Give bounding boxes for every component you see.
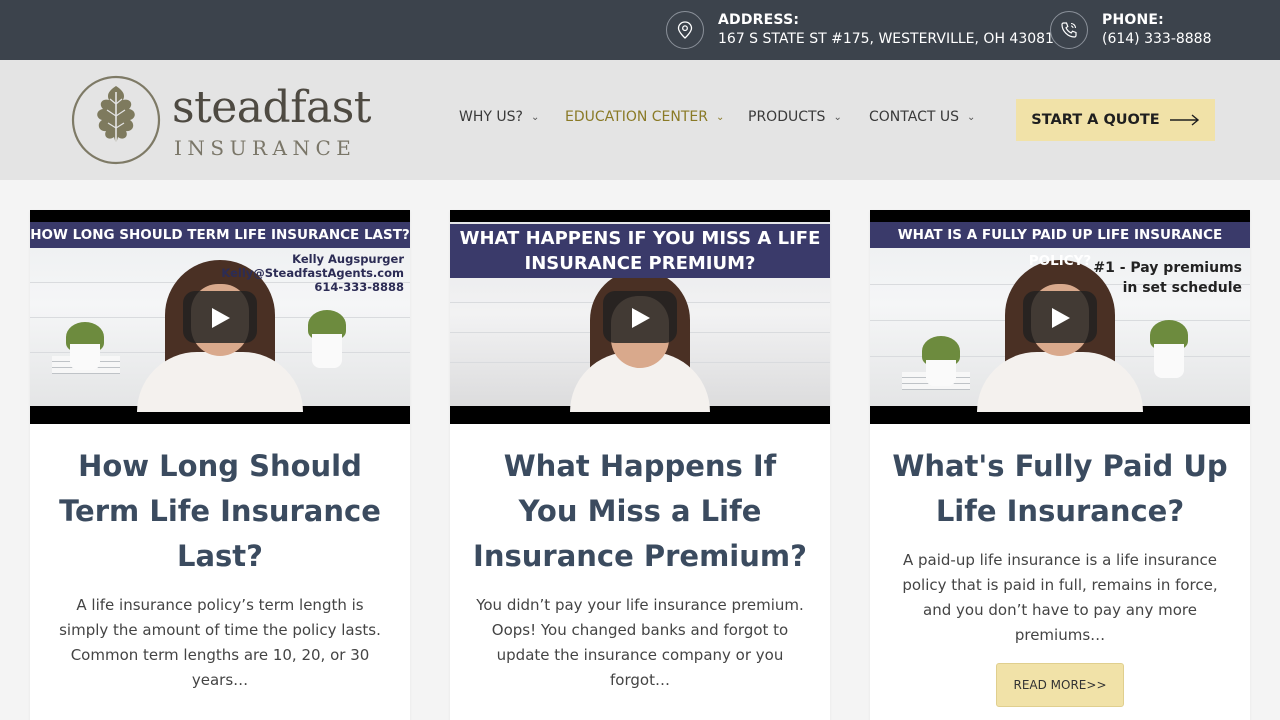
nav-education-center[interactable]: EDUCATION CENTER ⌄: [565, 109, 724, 125]
chevron-down-icon: ⌄: [966, 111, 976, 123]
video-thumbnail[interactable]: HOW LONG SHOULD TERM LIFE INSURANCE LAST…: [30, 210, 410, 424]
nav-why-us[interactable]: WHY US? ⌄: [459, 109, 539, 125]
logo-wordmark: steadfast: [172, 82, 371, 133]
video-banner: WHAT IS A FULLY PAID UP LIFE INSURANCE P…: [870, 222, 1250, 269]
article-excerpt: A life insurance policy’s term length is…: [59, 596, 381, 689]
video-banner: HOW LONG SHOULD TERM LIFE INSURANCE LAST…: [30, 222, 410, 248]
address-info: ADDRESS: 167 S STATE ST #175, WESTERVILL…: [666, 11, 1054, 49]
phone-icon: [1050, 11, 1088, 49]
video-banner: WHAT HAPPENS IF YOU MISS A LIFE INSURANC…: [450, 224, 830, 278]
article-card: WHAT HAPPENS IF YOU MISS A LIFE INSURANC…: [450, 210, 830, 720]
chevron-down-icon: ⌄: [715, 111, 725, 123]
site-logo[interactable]: steadfast INSURANCE: [70, 74, 371, 166]
logo-subtitle: INSURANCE: [174, 136, 357, 160]
play-icon: [1052, 308, 1070, 328]
article-excerpt: A paid-up life insurance is a life insur…: [902, 551, 1218, 644]
nav-products[interactable]: PRODUCTS ⌄: [748, 109, 842, 125]
play-icon: [212, 308, 230, 328]
video-thumbnail[interactable]: WHAT HAPPENS IF YOU MISS A LIFE INSURANC…: [450, 210, 830, 424]
article-card: WHAT IS A FULLY PAID UP LIFE INSURANCE P…: [870, 210, 1250, 720]
oak-leaf-logo-icon: [71, 75, 161, 165]
phone-label: PHONE:: [1102, 12, 1164, 28]
address-value[interactable]: 167 S STATE ST #175, WESTERVILLE, OH 430…: [718, 30, 1054, 49]
article-title[interactable]: What's Fully Paid Up Life Insurance?: [890, 444, 1230, 534]
play-button[interactable]: [1023, 291, 1097, 343]
video-thumbnail[interactable]: WHAT IS A FULLY PAID UP LIFE INSURANCE P…: [870, 210, 1250, 424]
article-excerpt: You didn’t pay your life insurance premi…: [476, 596, 804, 689]
read-more-button[interactable]: READ MORE>>: [996, 663, 1124, 707]
phone-value[interactable]: (614) 333-8888: [1102, 30, 1212, 49]
play-icon: [632, 308, 650, 328]
top-info-bar: ADDRESS: 167 S STATE ST #175, WESTERVILL…: [0, 0, 1280, 60]
video-overlay-text: Kelly Augspurger Kelly@SteadfastAgents.c…: [221, 252, 404, 294]
nav-label: EDUCATION CENTER: [565, 109, 708, 125]
nav-contact-us[interactable]: CONTACT US ⌄: [869, 109, 975, 125]
chevron-down-icon: ⌄: [530, 111, 540, 123]
chevron-down-icon: ⌄: [833, 111, 842, 123]
address-label: ADDRESS:: [718, 12, 800, 28]
article-title[interactable]: What Happens If You Miss a Life Insuranc…: [470, 444, 810, 579]
article-title[interactable]: How Long Should Term Life Insurance Last…: [50, 444, 390, 579]
nav-label: CONTACT US: [869, 109, 959, 125]
arrow-right-icon: [1169, 114, 1199, 126]
location-pin-icon: [666, 11, 704, 49]
nav-label: WHY US?: [459, 109, 523, 125]
nav-label: PRODUCTS: [748, 109, 826, 125]
play-button[interactable]: [603, 291, 677, 343]
phone-info: PHONE: (614) 333-8888: [1050, 11, 1212, 49]
site-header: steadfast INSURANCE WHY US? ⌄ EDUCATION …: [0, 60, 1280, 180]
play-button[interactable]: [183, 291, 257, 343]
start-a-quote-label: START A QUOTE: [1031, 112, 1160, 128]
start-a-quote-button[interactable]: START A QUOTE: [1016, 99, 1215, 141]
video-overlay-text: #1 - Pay premiums in set schedule: [1093, 260, 1242, 296]
article-card: HOW LONG SHOULD TERM LIFE INSURANCE LAST…: [30, 210, 410, 720]
